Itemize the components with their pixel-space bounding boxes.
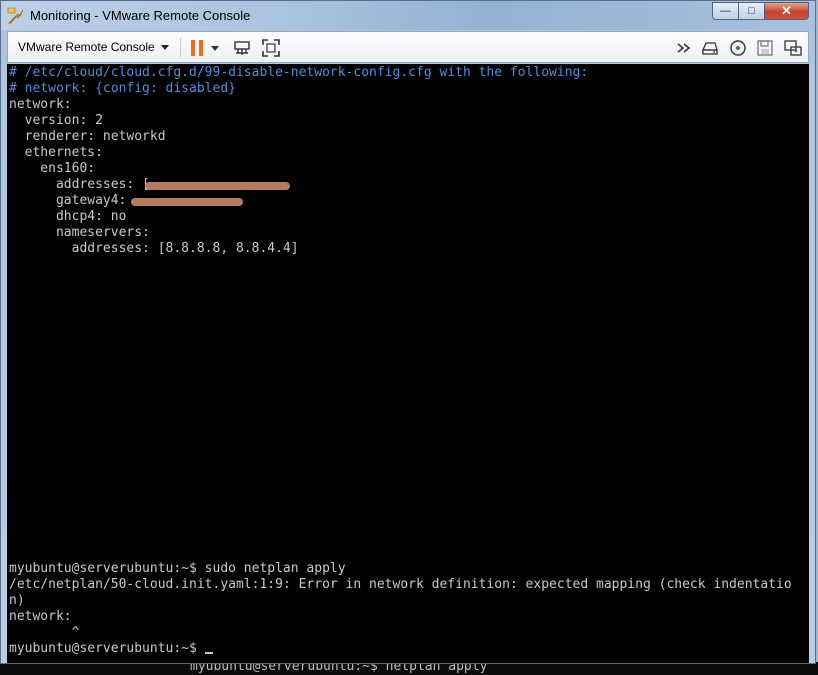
error-message-line: n) bbox=[9, 593, 25, 608]
floppy-icon[interactable] bbox=[755, 38, 775, 58]
close-button[interactable]: ✕ bbox=[765, 2, 809, 20]
window-controls: — □ ✕ bbox=[712, 2, 809, 20]
vmware-remote-console-menu-label: VMware Remote Console bbox=[18, 40, 155, 54]
config-line: ethernets: bbox=[9, 145, 103, 160]
maximize-button[interactable]: □ bbox=[739, 2, 765, 20]
console-screen[interactable]: # /etc/cloud/cloud.cfg.d/99-disable-netw… bbox=[7, 64, 809, 663]
config-line: version: 2 bbox=[9, 113, 103, 128]
config-line: renderer: networkd bbox=[9, 129, 166, 144]
usb-icon[interactable] bbox=[783, 38, 803, 58]
config-comment-line: # network: {config: disabled} bbox=[9, 81, 236, 96]
prompt-text: myubuntu@serverubuntu:~$ bbox=[9, 641, 205, 656]
redacted-gateway-mark bbox=[131, 198, 243, 206]
toolbar: VMware Remote Console bbox=[7, 31, 809, 63]
redacted-address-mark bbox=[145, 182, 290, 190]
text-cursor bbox=[204, 652, 213, 654]
fullscreen-icon[interactable] bbox=[261, 38, 281, 58]
config-line-gateway: gateway4: bbox=[9, 193, 127, 208]
command-line: myubuntu@serverubuntu:~$ sudo netplan ap… bbox=[9, 561, 346, 576]
vmware-remote-console-menu[interactable]: VMware Remote Console bbox=[18, 40, 169, 54]
toolbar-divider bbox=[180, 38, 181, 58]
pause-dropdown-caret-icon[interactable] bbox=[209, 38, 221, 58]
config-line: addresses: [8.8.8.8, 8.8.4.4] bbox=[9, 241, 299, 256]
config-line-addresses: addresses: [ bbox=[9, 177, 150, 192]
error-caret-line: ^ bbox=[9, 625, 80, 640]
chevron-down-icon bbox=[160, 44, 169, 50]
config-comment-line: # /etc/cloud/cloud.cfg.d/99-disable-netw… bbox=[9, 65, 589, 80]
minimize-button[interactable]: — bbox=[712, 2, 739, 20]
config-line: network: bbox=[9, 97, 72, 112]
vmware-app-icon bbox=[7, 7, 24, 24]
error-context-line: network: bbox=[9, 609, 72, 624]
pause-icon[interactable] bbox=[188, 38, 208, 58]
prompt-line[interactable]: myubuntu@serverubuntu:~$ bbox=[9, 641, 213, 657]
cd-rom-icon[interactable] bbox=[728, 38, 748, 58]
title-bar[interactable]: Monitoring - VMware Remote Console — □ ✕ bbox=[1, 1, 815, 30]
config-line: nameservers: bbox=[9, 225, 150, 240]
window-title: Monitoring - VMware Remote Console bbox=[30, 8, 251, 23]
send-keys-icon[interactable] bbox=[675, 38, 695, 58]
config-line: ens160: bbox=[9, 161, 96, 176]
network-adapter-icon[interactable] bbox=[232, 38, 252, 58]
remote-console-window: Monitoring - VMware Remote Console — □ ✕… bbox=[0, 0, 816, 664]
config-line: dhcp4: no bbox=[9, 209, 127, 224]
error-message-line: /etc/netplan/50-cloud.init.yaml:1:9: Err… bbox=[9, 577, 792, 592]
hard-disk-icon[interactable] bbox=[700, 38, 720, 58]
